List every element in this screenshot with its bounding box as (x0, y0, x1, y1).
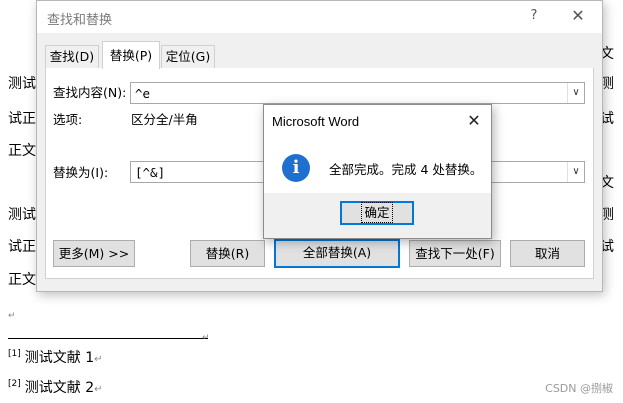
paragraph-mark-icon: ↵ (202, 333, 210, 343)
help-button[interactable]: ? (527, 5, 541, 27)
footnote-text: 测试文献 1 (24, 350, 95, 366)
replace-button[interactable]: 替换(R) (190, 240, 265, 267)
options-value: 区分全/半角 (131, 112, 198, 127)
tab-goto[interactable]: 定位(G) (161, 45, 215, 68)
paragraph-mark-icon: ↵ (94, 384, 103, 395)
find-value: ^e (135, 86, 151, 101)
find-input[interactable]: ^e ∨ (130, 82, 585, 104)
footnote-separator (8, 338, 208, 339)
footnote-2: [2] 测试文献 2↵ (8, 380, 103, 398)
doc-text-fragment: 测试 (8, 207, 36, 223)
find-label: 查找内容(N): (53, 85, 127, 100)
ok-label: 确定 (361, 202, 393, 223)
find-next-button[interactable]: 查找下一处(F) (409, 240, 501, 267)
cancel-button[interactable]: 取消 (510, 240, 585, 267)
paragraph-mark-icon: ↵ (94, 354, 103, 365)
message-body: i 全部完成。完成 4 处替换。 (264, 137, 491, 193)
dialog-title: 查找和替换 (47, 13, 113, 28)
message-box: Microsoft Word ✕ i 全部完成。完成 4 处替换。 确定 (263, 104, 492, 239)
doc-text-fragment: 正文 (8, 272, 36, 288)
doc-text-fragment: 试正 (8, 239, 36, 255)
footnote-ref: [1] (8, 349, 21, 359)
replace-value: [^&] (135, 165, 166, 180)
replace-all-button[interactable]: 全部替换(A) (274, 239, 400, 268)
info-icon: i (282, 154, 310, 182)
doc-text-fragment: 测试 (8, 76, 36, 92)
replace-label: 替换为(I): (53, 165, 109, 180)
doc-text-fragment: 正文 (8, 143, 36, 159)
paragraph-mark-icon: ↵ (8, 311, 16, 321)
message-footer: 确定 (264, 193, 491, 238)
doc-text-fragment: 试正 (8, 111, 36, 127)
footnote-text: 测试文献 2 (24, 380, 95, 396)
tab-find[interactable]: 查找(D) (45, 45, 99, 68)
footnote-1: [1] 测试文献 1↵ (8, 350, 103, 368)
options-label: 选项: (53, 112, 83, 127)
chevron-down-icon[interactable]: ∨ (567, 83, 584, 103)
ok-button[interactable]: 确定 (340, 201, 414, 225)
message-text: 全部完成。完成 4 处替换。 (329, 162, 483, 177)
chevron-down-icon[interactable]: ∨ (567, 162, 584, 182)
dialog-titlebar[interactable]: 查找和替换 ? ✕ (37, 1, 602, 33)
close-icon[interactable]: ✕ (567, 5, 589, 27)
message-box-title: Microsoft Word (272, 114, 360, 129)
close-icon[interactable]: ✕ (463, 110, 485, 132)
more-button[interactable]: 更多(M) >> (53, 240, 135, 267)
footnote-ref: [2] (8, 379, 21, 389)
tab-replace[interactable]: 替换(P) (102, 41, 160, 69)
watermark: CSDN @捌椒 (545, 382, 613, 395)
